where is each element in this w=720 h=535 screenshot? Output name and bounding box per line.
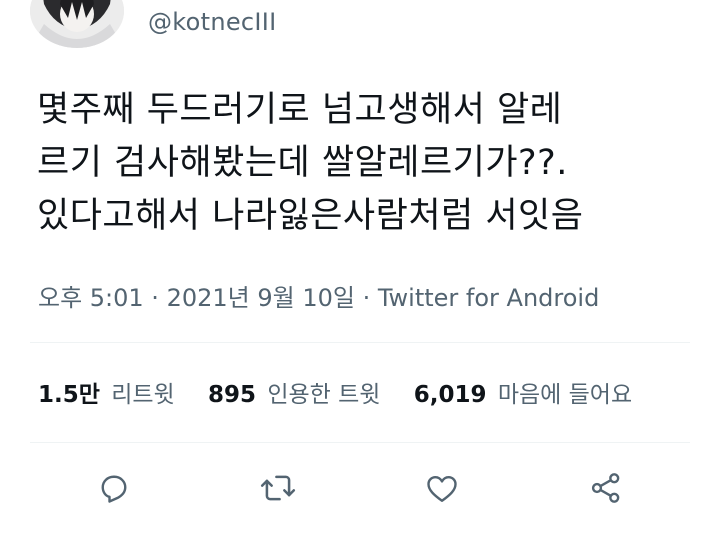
tweet-timestamp-source[interactable]: 오후 5:01 · 2021년 9월 10일 · Twitter for And…	[38, 278, 599, 313]
tweet-text: 몇주째 두드러기로 넘고생해서 알레 르기 검사해봤는데 쌀알레르기가??. 있…	[37, 84, 707, 243]
retweet-count[interactable]: 1.5만 리트윗	[38, 375, 175, 409]
retweet-count-label: 리트윗	[111, 382, 175, 408]
engagement-stats: 1.5만 리트윗 895 인용한 트윗 6,019 마음에 들어요	[38, 375, 658, 409]
tweet-line: 있다고해서 나라잃은사람처럼 서잇음	[37, 196, 584, 236]
retweet-count-value: 1.5만	[38, 382, 100, 408]
like-count-label: 마음에 들어요	[497, 382, 633, 408]
reply-button[interactable]	[88, 462, 140, 514]
divider	[30, 442, 690, 443]
share-icon	[591, 473, 620, 503]
retweet-icon	[260, 475, 296, 501]
like-button[interactable]	[416, 462, 468, 514]
retweet-button[interactable]	[252, 462, 304, 514]
tweet-actions-bar	[0, 462, 720, 514]
like-count[interactable]: 6,019 마음에 들어요	[414, 375, 632, 409]
share-button[interactable]	[580, 462, 632, 514]
like-icon	[427, 476, 457, 502]
tweet-line: 몇주째 두드러기로 넘고생해서 알레	[37, 90, 563, 130]
quote-tweet-count-value: 895	[208, 382, 257, 408]
avatar[interactable]	[30, 0, 124, 48]
author-handle[interactable]: @kotnecIII	[148, 8, 277, 36]
divider	[30, 342, 690, 343]
like-count-value: 6,019	[413, 382, 487, 408]
reply-icon	[101, 475, 127, 503]
quote-tweet-count-label: 인용한 트윗	[267, 382, 381, 408]
tweet-line: 르기 검사해봤는데 쌀알레르기가??.	[37, 143, 568, 183]
quote-tweet-count[interactable]: 895 인용한 트윗	[208, 375, 380, 409]
